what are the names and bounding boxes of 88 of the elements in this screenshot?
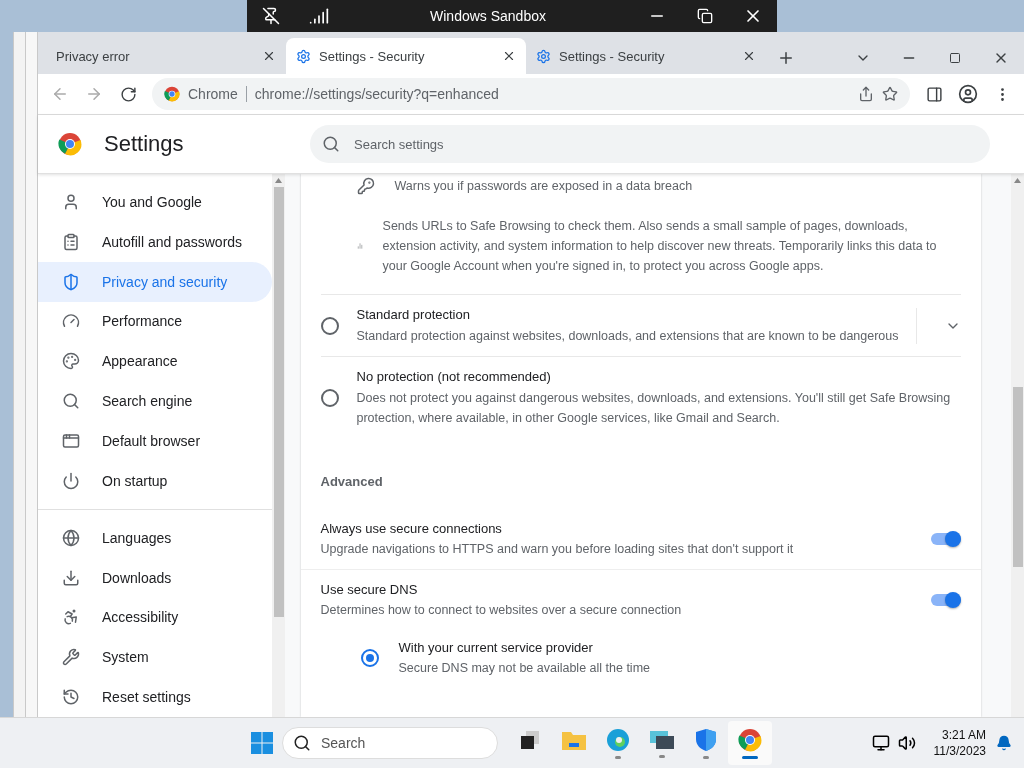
chrome-logo-icon (738, 727, 762, 752)
side-panel-icon[interactable] (925, 85, 943, 103)
sidebar-item[interactable]: Search engine (38, 381, 272, 422)
pin-off-icon[interactable] (262, 7, 280, 25)
search-icon (293, 734, 311, 752)
sidebar-item[interactable]: Default browser (38, 421, 272, 461)
sidebar-item[interactable]: Performance (38, 301, 272, 342)
close-icon[interactable] (502, 49, 516, 63)
section-heading: Advanced (319, 473, 384, 491)
toggle-switch[interactable] (930, 533, 961, 545)
menu-item-icon (62, 528, 80, 547)
option-description: Secure DNS may not be available all the time (398, 660, 651, 677)
feature-description: Warns you if passwords are exposed in a data breach (394, 178, 693, 195)
sidebar-item[interactable]: Downloads (38, 557, 272, 598)
browser-tab[interactable]: Settings - Security (286, 38, 526, 74)
menu-item-icon (62, 608, 80, 627)
menu-item-icon (62, 432, 80, 450)
chrome-logo-icon (58, 132, 82, 156)
menu-item-icon (62, 392, 80, 411)
profile-icon[interactable] (958, 84, 978, 104)
search-icon (322, 135, 340, 153)
option-title: With your current service provider (398, 639, 594, 657)
sidebar-item[interactable]: Reset settings (38, 677, 272, 717)
network-icon[interactable] (871, 734, 890, 752)
menu-item-icon (62, 688, 80, 707)
shield-icon (695, 727, 717, 752)
menu-item-icon (62, 648, 80, 667)
setting-description: Determines how to connect to websites over a secure connection (320, 602, 683, 619)
toggle-switch[interactable] (930, 594, 961, 606)
scrollbar[interactable] (1011, 174, 1024, 717)
setting-title: Use secure DNS (320, 581, 419, 599)
taskbar-search-field[interactable]: Search (282, 727, 498, 759)
browser-tab[interactable]: Settings - Security (526, 38, 766, 74)
radio-button[interactable] (320, 316, 339, 335)
clock-date[interactable]: 11/3/2023 (933, 743, 986, 759)
menu-item-icon (62, 232, 80, 251)
search-field[interactable]: Search settings (310, 125, 990, 163)
share-icon[interactable] (858, 86, 874, 102)
restore-icon[interactable] (697, 8, 713, 24)
close-icon[interactable] (262, 49, 276, 63)
browser-tab[interactable]: Privacy error (46, 38, 286, 74)
site-label: Chrome (188, 86, 238, 102)
browser-swirl-icon (606, 727, 630, 752)
bookmark-icon[interactable] (882, 86, 898, 102)
sidebar-item[interactable]: System (38, 637, 272, 678)
menu-item-icon (62, 192, 80, 211)
option-description: Standard protection against websites, downloads, and extensions that are known to be dangerous (356, 328, 900, 345)
settings-icon (536, 48, 551, 64)
start-icon[interactable] (250, 731, 274, 755)
monitor-icon (649, 728, 675, 751)
option-title: Standard protection (356, 306, 471, 324)
sidebar-item[interactable]: Appearance (38, 341, 272, 382)
sidebar-item[interactable]: You and Google (38, 182, 272, 222)
menu-item-icon (62, 568, 80, 587)
reload-icon[interactable] (119, 85, 137, 103)
sidebar-item[interactable]: Languages (38, 517, 272, 558)
feature-description: Sends URLs to Safe Browsing to check them. Also sends a small sample of pages, downloads, extension activity, and system information to help discover new threats. Temporarily links this data to your Google Account when you're signed in, to protect you across Google apps. (382, 218, 938, 275)
settings-icon (296, 48, 311, 64)
option-title: No protection (not recommended) (356, 368, 552, 386)
sidebar-item[interactable]: Accessibility (38, 597, 272, 638)
sidebar-item[interactable]: Autofill and passwords (38, 221, 272, 262)
volume-icon[interactable] (897, 734, 916, 752)
chrome-logo-icon (164, 86, 180, 102)
radio-button[interactable] (360, 649, 379, 667)
key-icon (356, 177, 375, 195)
clock-time[interactable]: 3:21 AM (941, 727, 986, 743)
new-tab-icon[interactable] (777, 49, 795, 67)
task-view-icon (519, 728, 541, 751)
scroll-up-icon[interactable] (275, 178, 282, 183)
sidebar-item[interactable]: On startup (38, 460, 272, 501)
setting-description: Upgrade navigations to HTTPS and warn you before loading sites that don't support it (320, 541, 795, 558)
radio-button[interactable] (320, 388, 339, 407)
url-text: chrome://settings/security?q=enhanced (254, 86, 500, 102)
window-title: Windows Sandbox (429, 8, 547, 24)
option-description: Does not protect you against dangerous websites, downloads, and extensions. You'll still get Safe Browsing protection, where available, in other Google services, like Gmail and Search. (356, 390, 952, 427)
address-bar[interactable]: Chrome chrome://settings/security?q=enhanced (152, 78, 910, 110)
close-icon[interactable] (742, 49, 756, 63)
page-title: Settings (104, 131, 184, 157)
menu-item-icon (62, 272, 80, 291)
scroll-up-icon[interactable] (1014, 178, 1021, 183)
menu-item-icon (62, 471, 80, 490)
signal-icon (309, 6, 329, 26)
scrollbar[interactable] (272, 174, 285, 717)
maximize-icon[interactable] (949, 52, 961, 64)
menu-item-icon (62, 352, 80, 371)
sidebar-item[interactable]: Privacy and security (38, 261, 272, 302)
setting-title: Always use secure connections (320, 520, 503, 538)
notification-icon[interactable] (996, 735, 1012, 751)
